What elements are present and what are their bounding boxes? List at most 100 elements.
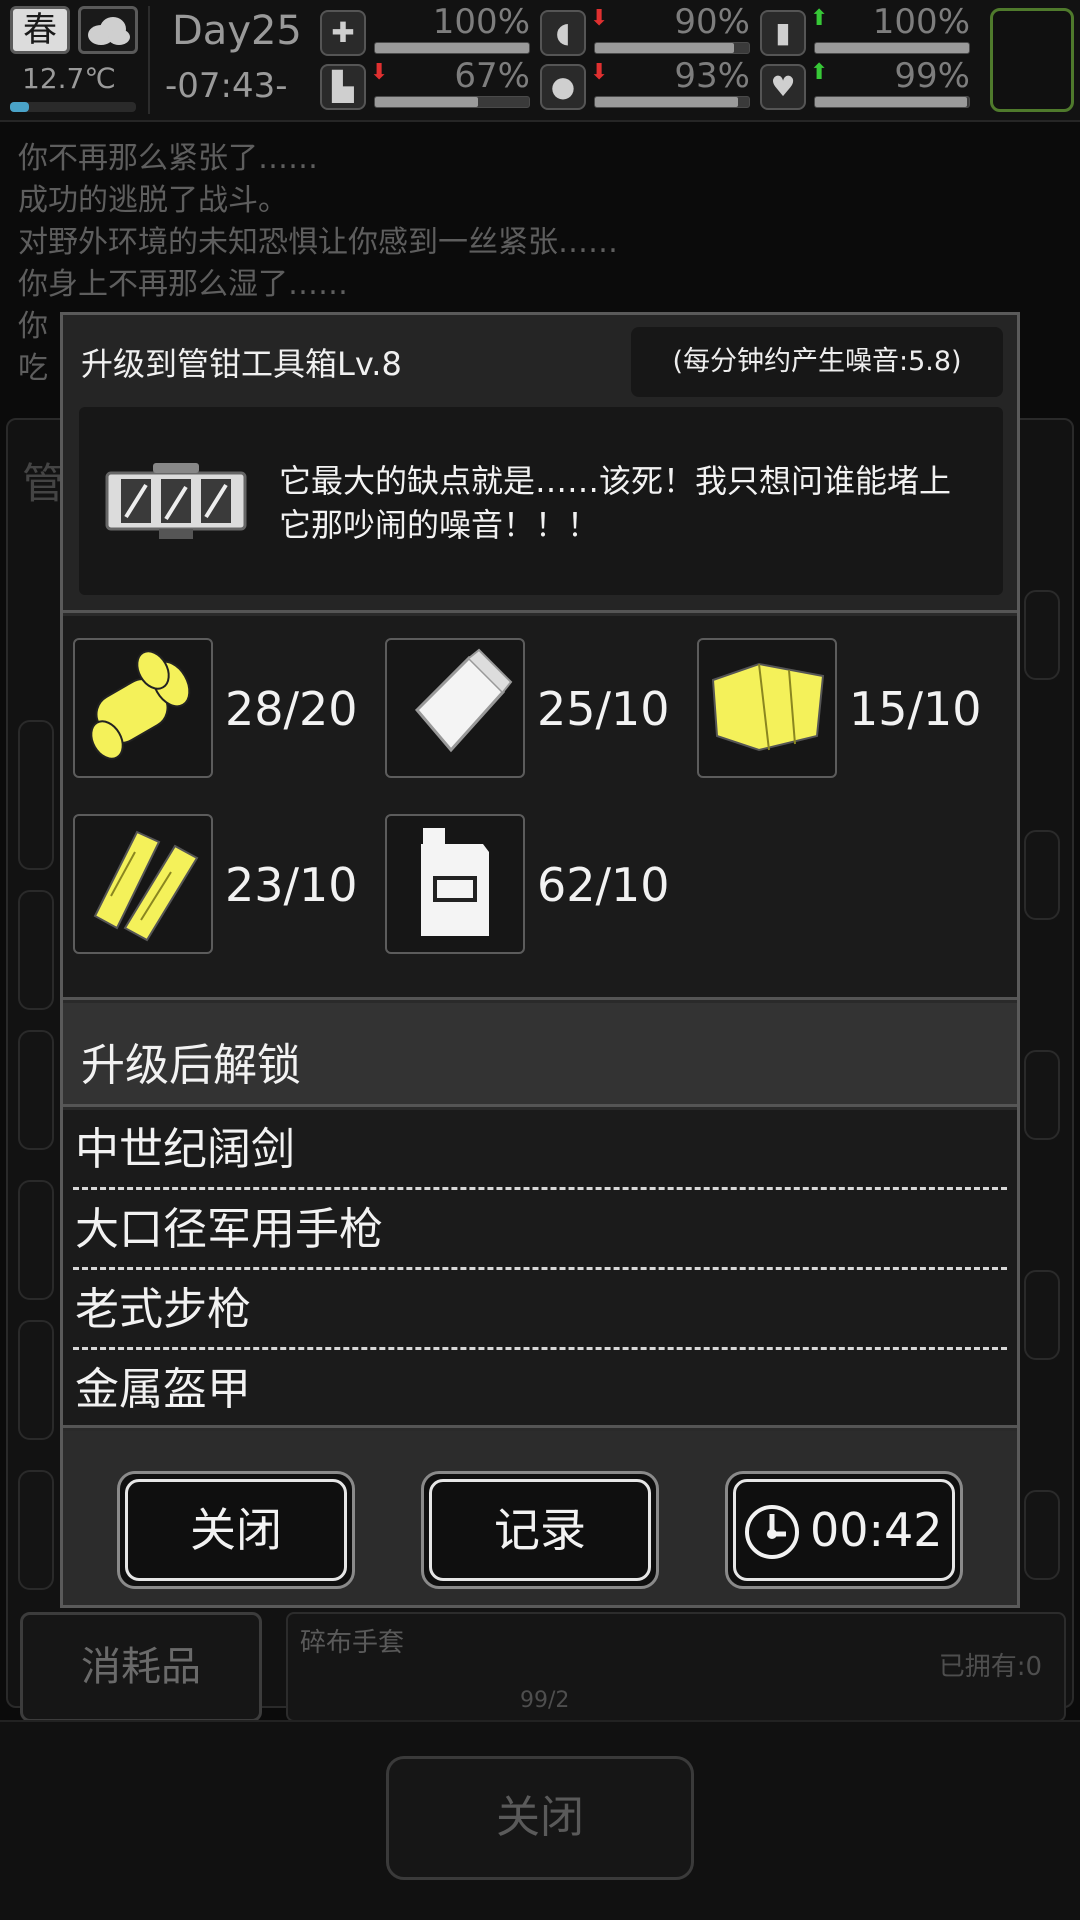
material-count: 23/10	[225, 858, 358, 912]
upgrade-timer-button[interactable]: 00:42	[725, 1471, 963, 1589]
unlock-list[interactable]: 中世纪阔剑 大口径军用手枪 老式步枪 金属盔甲	[63, 1110, 1017, 1428]
stat-bar-fill	[815, 97, 968, 107]
craft-button[interactable]	[1024, 1050, 1060, 1140]
unlock-item: 老式步枪	[73, 1270, 1007, 1350]
temperature-text: 12.7℃	[22, 62, 116, 95]
noise-info: (每分钟约产生噪音:5.8)	[631, 327, 1003, 397]
category-tab[interactable]	[18, 1180, 54, 1300]
material-slot[interactable]: 15/10	[697, 638, 997, 780]
stat-bar	[814, 42, 970, 54]
recipe-owned: 已拥有:0	[938, 1652, 1042, 1682]
close-button-background[interactable]: 关闭	[386, 1756, 694, 1880]
wood-planks-icon	[73, 814, 213, 954]
unlock-title: 升级后解锁	[81, 1040, 301, 1091]
stat-bar	[814, 96, 970, 108]
stat-bar	[594, 96, 750, 108]
recipe-name: 碎布手套	[300, 1628, 405, 1658]
record-button[interactable]: 记录	[421, 1471, 659, 1589]
stat-bar	[374, 42, 530, 54]
close-button-label: 关闭	[125, 1479, 347, 1581]
stomach-icon: ◖	[540, 10, 586, 56]
cloud-icon	[78, 6, 138, 54]
category-tab[interactable]	[18, 1030, 54, 1150]
medkit-icon: ✚	[320, 10, 366, 56]
log-line: 成功的逃脱了战斗。	[18, 183, 288, 218]
divider	[148, 6, 150, 114]
category-tab[interactable]	[18, 1320, 54, 1440]
category-tab[interactable]	[18, 720, 54, 870]
day-counter: Day25	[172, 8, 302, 54]
cloth-icon	[697, 638, 837, 778]
stat-value: 67%	[454, 56, 530, 96]
arrow-down-icon: ⬇	[370, 60, 389, 85]
equipment-slot[interactable]	[990, 8, 1074, 112]
stat-bar-fill	[815, 43, 969, 53]
category-tab[interactable]	[18, 890, 54, 1010]
stat-value: 100%	[872, 2, 970, 42]
close-button[interactable]: 关闭	[117, 1471, 355, 1589]
battery-icon: ▮	[760, 10, 806, 56]
material-slot[interactable]: 25/10	[385, 638, 685, 780]
stat-bar-fill	[375, 97, 479, 107]
craft-button[interactable]	[1024, 830, 1060, 920]
dialog-title: 升级到管钳工具箱Lv.8	[81, 345, 402, 383]
unlock-item: 金属盔甲	[75, 1364, 251, 1415]
arrow-down-icon: ⬇	[590, 6, 609, 31]
record-button-label: 记录	[429, 1479, 651, 1581]
log-line: 你身上不再那么湿了……	[18, 267, 348, 302]
stat-health: ✚ 100%	[320, 2, 540, 62]
material-count: 25/10	[537, 682, 670, 736]
stat-bar	[374, 96, 530, 108]
description-box: 它最大的缺点就是……该死！我只想问谁能堵上它那吵闹的噪音！！！	[79, 407, 1003, 595]
crafting-title: 管	[22, 459, 65, 508]
stat-stamina: ▙ ⬇ 67%	[320, 56, 540, 116]
heart-icon: ♥	[760, 64, 806, 110]
stat-bar-fill	[375, 43, 529, 53]
materials-grid: 28/20 25/10 15/10 23/10 62/10	[63, 616, 1017, 1000]
item-description: 它最大的缺点就是……该死！我只想问谁能堵上它那吵闹的噪音！！！	[279, 462, 952, 544]
temperature-bar-fill	[10, 102, 29, 112]
water-drop-icon: ●	[540, 64, 586, 110]
material-count: 28/20	[225, 682, 358, 736]
stat-bar	[594, 42, 750, 54]
stat-hunger: ◖ ⬇ 90%	[540, 2, 760, 62]
craft-button[interactable]	[1024, 1270, 1060, 1360]
material-slot[interactable]: 28/20	[73, 638, 373, 780]
arrow-down-icon: ⬇	[590, 60, 609, 85]
arrow-up-icon: ⬆	[810, 60, 829, 85]
timer-text: 00:42	[810, 1503, 943, 1557]
unlock-item: 大口径军用手枪	[73, 1190, 1007, 1270]
stat-bar-fill	[595, 97, 739, 107]
boot-icon: ▙	[320, 64, 366, 110]
log-line: 你不再那么紧张了……	[18, 141, 318, 176]
craft-button[interactable]	[1024, 1490, 1060, 1580]
unlock-header: 升级后解锁	[63, 1003, 1017, 1107]
stat-value: 100%	[432, 2, 530, 42]
upgrade-dialog: 升级到管钳工具箱Lv.8 (每分钟约产生噪音:5.8) 它最大的缺点就是……该死…	[60, 312, 1020, 1608]
category-tab[interactable]	[18, 1470, 54, 1590]
recipe-material-count: 99/2	[520, 1688, 570, 1713]
material-count: 15/10	[849, 682, 982, 736]
stat-value: 90%	[674, 2, 750, 42]
material-slot[interactable]: 23/10	[73, 814, 373, 956]
arrow-up-icon: ⬆	[810, 6, 829, 31]
upgrade-timer-inner: 00:42	[733, 1479, 955, 1581]
rubber-hose-icon	[73, 638, 213, 778]
clock-icon	[742, 1498, 802, 1559]
fuel-canister-icon	[385, 814, 525, 954]
craft-button[interactable]	[1024, 590, 1060, 680]
game-clock: -07:43-	[165, 66, 288, 106]
material-slot[interactable]: 62/10	[385, 814, 685, 956]
stat-bar-fill	[595, 43, 734, 53]
stat-value: 99%	[894, 56, 970, 96]
stat-value: 93%	[674, 56, 750, 96]
dialog-header: 升级到管钳工具箱Lv.8 (每分钟约产生噪音:5.8) 它最大的缺点就是……该死…	[63, 315, 1017, 613]
consumables-tab[interactable]: 消耗品	[20, 1612, 262, 1722]
log-line: 对野外环境的未知恐惧让你感到一丝紧张……	[18, 225, 618, 260]
temperature-bar	[10, 102, 136, 112]
stat-energy: ▮ ⬆ 100%	[760, 2, 980, 62]
season-badge: 春	[10, 6, 70, 54]
material-count: 62/10	[537, 858, 670, 912]
unlock-item: 中世纪阔剑	[73, 1110, 1007, 1190]
plastic-bag-icon	[385, 638, 525, 778]
